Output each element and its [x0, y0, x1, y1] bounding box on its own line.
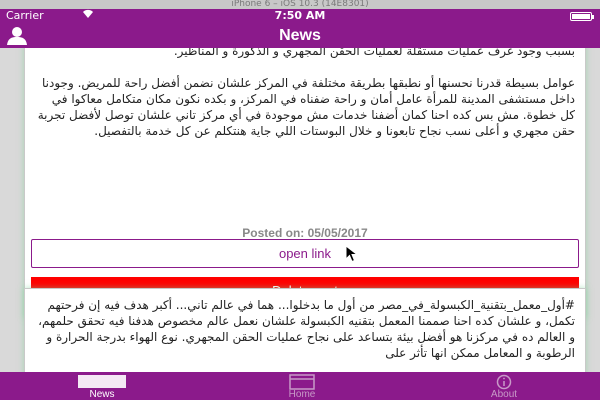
post-body-text: #أول_معمل_بتقنية_الكبسولة_في_مصر من أول …: [38, 298, 575, 360]
post-card: بسبب وجود غرف عمليات مستقلة لعمليات الحق…: [24, 48, 586, 318]
nav-bar: News: [0, 23, 600, 48]
status-bar: Carrier 7:50 AM: [0, 9, 600, 23]
tab-home-label: Home: [288, 389, 316, 400]
battery-level: [572, 14, 590, 19]
battery-icon: [570, 12, 594, 21]
post-body-text: عوامل بسيطة قدرنا نحسنها أو نطبقها بطريق…: [37, 76, 575, 138]
post-date: Posted on: 05/05/2017: [242, 226, 368, 240]
open-link-button[interactable]: open link: [31, 239, 579, 268]
tab-bar: News Home About: [0, 372, 600, 400]
news-feed[interactable]: بسبب وجود غرف عمليات مستقلة لعمليات الحق…: [0, 48, 600, 372]
about-icon: [490, 374, 518, 390]
tab-news[interactable]: News: [42, 372, 162, 400]
post-card: #أول_معمل_بتقنية_الكبسولة_في_مصر من أول …: [24, 288, 586, 372]
tab-home[interactable]: Home: [242, 372, 362, 400]
simulator-title: iPhone 6 – iOS 10.3 (14E8301): [231, 0, 369, 9]
tab-about-label: About: [490, 389, 518, 400]
status-time: 7:50 AM: [274, 9, 326, 22]
page-title: News: [279, 27, 321, 44]
simulator-title-bar: iPhone 6 – iOS 10.3 (14E8301): [0, 0, 600, 9]
tab-news-label: News: [89, 389, 115, 400]
home-icon: [288, 374, 316, 390]
news-icon: [78, 375, 126, 388]
tab-about[interactable]: About: [444, 372, 564, 400]
post-intro-text: بسبب وجود غرف عمليات مستقلة لعمليات الحق…: [173, 48, 575, 58]
